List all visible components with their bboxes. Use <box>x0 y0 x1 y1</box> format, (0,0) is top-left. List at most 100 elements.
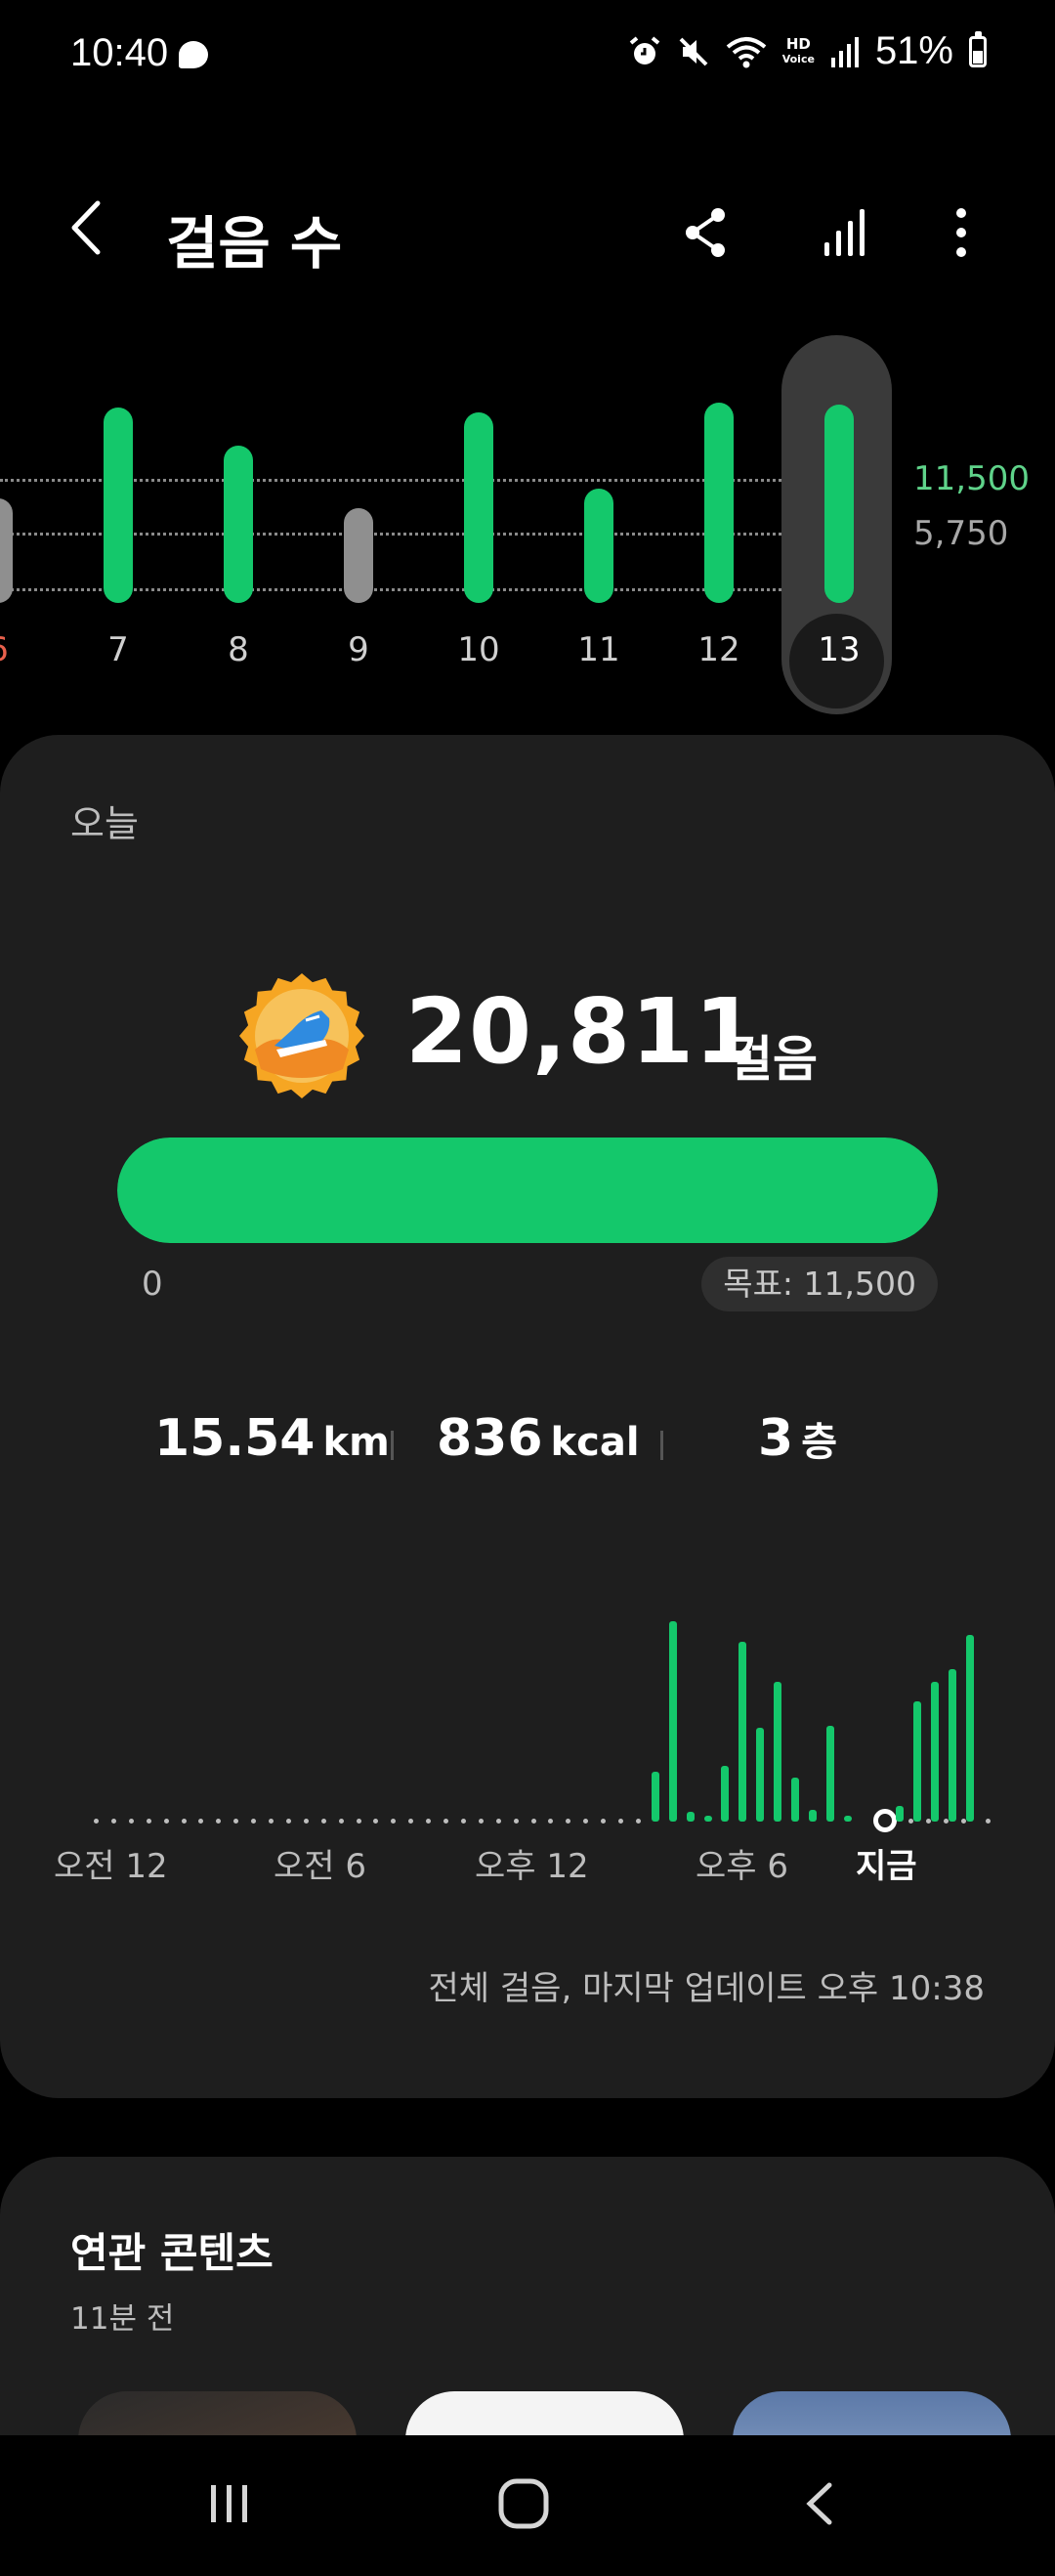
floors-value: 3 <box>758 1409 794 1468</box>
day-bar[interactable] <box>704 403 734 603</box>
floors-metric: 3층 <box>758 1409 837 1468</box>
goal-axis-label: 11,500 <box>913 459 1030 498</box>
progress-min-label: 0 <box>142 1265 163 1304</box>
bar-chart-icon[interactable] <box>805 193 883 272</box>
hour-dot <box>356 1819 361 1824</box>
day-bar[interactable] <box>824 405 854 603</box>
alarm-icon <box>629 35 659 64</box>
today-label: 오늘 <box>70 802 139 845</box>
hour-dot <box>233 1819 239 1824</box>
day-bar[interactable] <box>344 507 373 603</box>
hour-dot <box>269 1819 274 1824</box>
day-label: 13 <box>818 630 861 669</box>
hour-bar <box>703 1815 712 1822</box>
app-bar: 걸음 수 <box>0 176 1055 283</box>
steps-count: 20,811 <box>405 979 759 1084</box>
hour-dot <box>926 1819 931 1824</box>
metric-divider <box>660 1431 663 1460</box>
distance-unit: km <box>322 1420 390 1465</box>
calories-value: 836 <box>437 1409 543 1468</box>
day-label: 10 <box>457 630 500 669</box>
hour-dot <box>146 1819 151 1824</box>
hour-dot <box>548 1819 554 1824</box>
hour-dot <box>443 1819 448 1824</box>
hour-bar <box>668 1621 677 1822</box>
hour-dot <box>530 1819 536 1824</box>
hour-dot <box>513 1819 519 1824</box>
hour-dot <box>566 1819 571 1824</box>
day-bar[interactable] <box>0 497 13 603</box>
day-bar[interactable] <box>104 408 133 603</box>
hour-dot <box>128 1819 134 1824</box>
hour-bar <box>738 1641 747 1822</box>
mute-icon <box>679 37 708 65</box>
day-label: 11 <box>577 630 620 669</box>
calories-metric: 836 kcal <box>437 1409 640 1468</box>
hour-dot <box>635 1819 641 1824</box>
recent-apps-icon[interactable] <box>171 2455 288 2553</box>
back-arrow-icon[interactable] <box>57 193 125 262</box>
hour-bar <box>651 1771 659 1822</box>
hour-bar <box>931 1681 940 1822</box>
hour-bar <box>774 1681 782 1822</box>
steps-progress-bar <box>117 1138 938 1243</box>
day-label: 9 <box>348 630 369 669</box>
hour-bar <box>966 1635 974 1822</box>
day-label: 12 <box>697 630 740 669</box>
today-card[interactable]: 오늘 20,811 걸음 0 목표: 11,500 15.54 km 836 kca… <box>0 735 1055 2098</box>
back-icon[interactable] <box>762 2455 879 2553</box>
hour-dot <box>94 1819 99 1824</box>
calories-unit: kcal <box>550 1420 640 1465</box>
distance-value: 15.54 <box>154 1409 316 1468</box>
goal-medal-icon <box>239 973 364 1098</box>
goal-chip[interactable]: 목표: 11,500 <box>701 1257 938 1311</box>
day-label: 7 <box>107 630 129 669</box>
hour-dot <box>110 1819 116 1824</box>
more-vert-icon[interactable] <box>922 193 1000 272</box>
hour-dot <box>961 1819 966 1824</box>
hour-bar <box>686 1811 695 1822</box>
hd-voice-icon: HD Voice <box>781 34 815 65</box>
last-update-text: 전체 걸음, 마지막 업데이트 오후 10:38 <box>428 1969 985 2008</box>
day-bar[interactable] <box>584 489 613 603</box>
hour-bar <box>721 1765 730 1822</box>
day-bar[interactable] <box>224 446 253 603</box>
hour-dot <box>303 1819 309 1824</box>
hour-dot <box>216 1819 222 1824</box>
half-goal-axis-label: 5,750 <box>913 514 1009 553</box>
hour-dot <box>163 1819 169 1824</box>
day-label: 8 <box>228 630 249 669</box>
steps-progress-fill <box>117 1138 938 1243</box>
battery-icon <box>969 30 987 67</box>
hour-label-12am: 오전 12 <box>54 1847 168 1886</box>
distance-metric: 15.54 km <box>154 1409 390 1468</box>
related-title: 연관 콘텐츠 <box>70 2229 274 2277</box>
navigation-bar <box>0 2435 1055 2576</box>
status-icons: HD Voice 51% <box>628 29 987 73</box>
hour-dot <box>944 1819 949 1824</box>
day-bar[interactable] <box>464 412 493 603</box>
hour-dot <box>495 1819 501 1824</box>
hour-dot <box>320 1819 326 1824</box>
hour-dot <box>338 1819 344 1824</box>
hour-bar <box>896 1805 905 1822</box>
hour-dot <box>908 1819 913 1824</box>
home-icon[interactable] <box>465 2455 582 2553</box>
hour-dot <box>251 1819 257 1824</box>
hour-dot <box>618 1819 623 1824</box>
hour-label-12pm: 오후 12 <box>475 1847 589 1886</box>
battery-percent: 51% <box>874 29 953 72</box>
hourly-steps-chart: 오전 12 오전 6 오후 12 오후 6 지금 <box>0 1595 1055 1888</box>
hour-bar <box>791 1777 799 1822</box>
hour-bar <box>825 1725 834 1822</box>
message-notification-icon <box>179 41 208 68</box>
hour-dot <box>601 1819 607 1824</box>
hour-label-6pm: 오후 6 <box>696 1847 788 1886</box>
floors-unit: 층 <box>801 1420 837 1465</box>
share-icon[interactable] <box>666 193 744 272</box>
hour-dot <box>426 1819 432 1824</box>
steps-unit: 걸음 <box>728 1031 818 1088</box>
wifi-icon <box>726 36 766 67</box>
hour-dot <box>478 1819 484 1824</box>
metric-divider <box>391 1431 394 1460</box>
